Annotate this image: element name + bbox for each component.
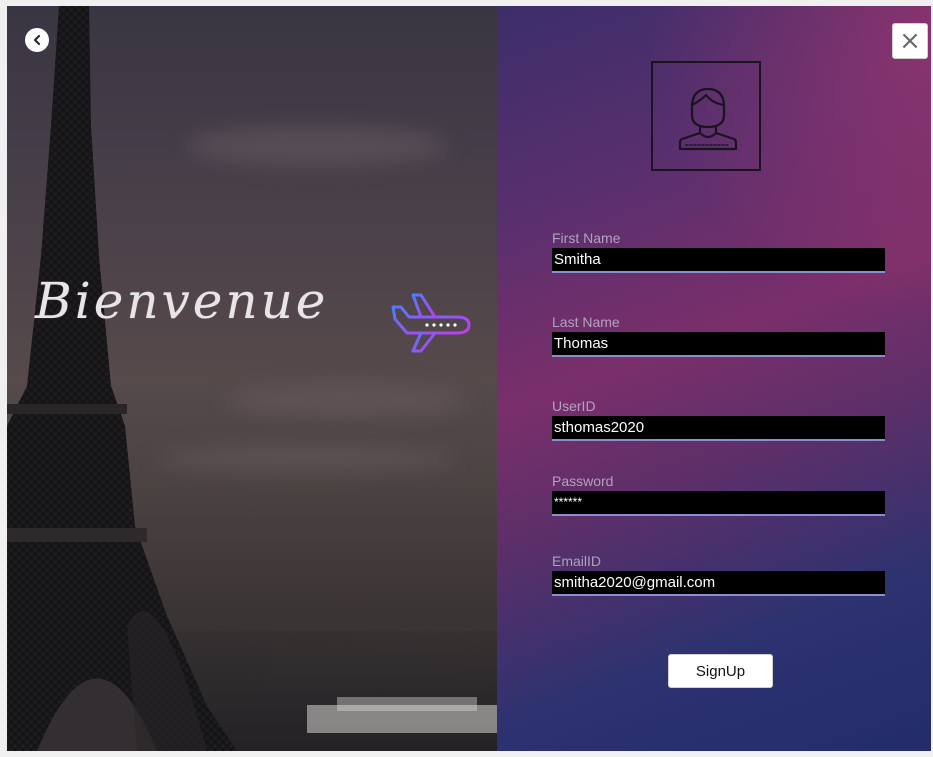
user-id-input[interactable]: sthomas2020 [552,416,885,439]
field-underline [552,271,885,273]
password-field: Password ****** [552,473,887,516]
user-avatar-icon [678,87,738,151]
user-id-field: UserID sthomas2020 [552,398,887,441]
airplane-icon [391,293,471,353]
left-panel: Bienvenue [7,6,497,751]
avatar[interactable] [651,61,761,171]
user-id-label: UserID [552,398,596,414]
first-name-input[interactable]: Smitha [552,248,885,271]
password-input[interactable]: ****** [552,491,885,514]
first-name-field: First Name Smitha [552,230,887,273]
right-panel: × First Name Smitha Last Name Thomas Use… [497,6,931,751]
field-underline [552,355,885,357]
back-button[interactable] [25,28,49,52]
close-button[interactable]: × [892,23,928,59]
signup-window: Bienvenue × First Name Smitha Last Name … [7,6,931,751]
email-label: EmailID [552,553,602,569]
email-field: EmailID smitha2020@gmail.com [552,553,887,596]
password-label: Password [552,473,614,489]
field-underline [552,439,885,441]
last-name-field: Last Name Thomas [552,314,887,357]
eiffel-tower-image [7,6,237,751]
email-input[interactable]: smitha2020@gmail.com [552,571,885,594]
field-underline [552,514,885,516]
last-name-label: Last Name [552,314,620,330]
first-name-label: First Name [552,230,621,246]
boat [307,705,497,733]
close-icon: × [899,26,921,56]
welcome-heading: Bienvenue [35,272,329,330]
last-name-input[interactable]: Thomas [552,332,885,355]
chevron-left-icon [33,34,41,46]
signup-button[interactable]: SignUp [668,654,773,688]
field-underline [552,594,885,596]
